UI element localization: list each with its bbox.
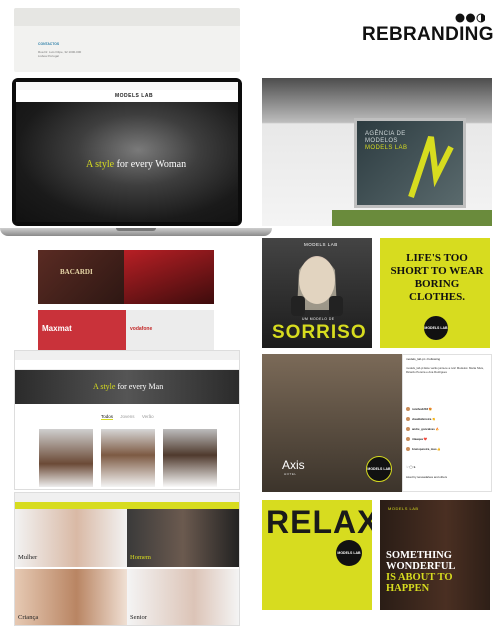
post-caption: models_lab.pt Este verão junta-te a nós!… — [406, 366, 484, 374]
instagram-post: models_lab.pt • Following models_lab.pt … — [402, 354, 492, 492]
contact-address: Rua Dr. Luís Filipe, 32 1000-000 Lisboa … — [38, 50, 82, 58]
hero-title: A style for every Man — [93, 382, 164, 391]
poster-word: SORRISO — [272, 322, 367, 343]
browser-url-bar[interactable] — [16, 82, 238, 90]
ad-bacardi: BACARDI — [38, 250, 132, 304]
poster-relax: RELAX MODELS LAB — [262, 500, 372, 610]
category-label: Senior — [130, 614, 147, 621]
accent-strip — [15, 502, 239, 509]
map-strip — [14, 8, 240, 26]
poster-logo: MODELS LAB — [388, 506, 419, 511]
post-likes: Liked by teresadalves and others — [406, 475, 448, 479]
laptop-notch — [116, 228, 156, 231]
smiling-woman-photo — [291, 256, 343, 316]
models-lab-seal-icon: MODELS LAB — [336, 540, 362, 566]
brand-dots-icon — [455, 13, 485, 23]
site-logo[interactable]: MODELS LAB — [115, 93, 153, 99]
ad-bacardi-label: BACARDI — [60, 268, 93, 276]
storefront-window: AGÊNCIA DE MODELOS MODELS LAB — [354, 118, 466, 208]
site-nav — [15, 360, 239, 370]
axis-brand: Axis — [282, 458, 305, 472]
lightning-logo-icon — [408, 136, 454, 198]
poster-subtitle: UM MODELO DE — [302, 317, 335, 321]
comment-row: brunopereira_mao 👍 — [406, 447, 441, 452]
building-photo: AGÊNCIA DE MODELOS MODELS LAB — [262, 78, 492, 226]
category-label: Homem — [130, 554, 151, 561]
model-photo[interactable] — [101, 429, 155, 487]
poster-text: LIFE'S TOO SHORT TO WEAR BORING CLOTHES. — [390, 252, 484, 303]
laptop-screen: MODELS LAB A style for every Woman — [16, 82, 238, 222]
ad-vodafone-label: vodafone — [130, 326, 153, 332]
categories-page-browser: Mulher Homem Criança Senior — [14, 492, 240, 626]
models-lab-seal-icon: MODELS LAB — [366, 456, 392, 482]
model-photo[interactable] — [163, 429, 217, 487]
category-crianca[interactable]: Criança — [15, 569, 127, 625]
model-photo[interactable] — [39, 429, 93, 487]
comment-row: claudiaferreira 👏 — [406, 417, 436, 422]
man-page-browser: A style for every Man Todos Jovens Verão — [14, 350, 240, 490]
category-homem[interactable]: Homem — [127, 509, 239, 567]
tab-verao[interactable]: Verão — [142, 414, 154, 419]
ad-maxmat-label: Maxmat — [42, 324, 72, 333]
page-title: REBRANDING — [362, 24, 494, 45]
category-label: Criança — [18, 614, 39, 621]
axis-sub: HOTEL — [284, 472, 297, 476]
comment-row: andre_goncalves 🔥 — [406, 427, 439, 432]
ad-fashion — [124, 250, 214, 304]
ad-maxmat: Maxmat — [38, 310, 126, 350]
ad-vodafone: vodafone — [126, 310, 214, 350]
contact-page-preview: CONTACTOS Rua Dr. Luís Filipe, 32 1000-0… — [14, 8, 240, 72]
hedge — [332, 210, 492, 226]
poster-sorriso: MODELS LAB UM MODELO DE SORRISO — [262, 238, 372, 348]
laptop-mockup: MODELS LAB A style for every Woman — [12, 78, 242, 226]
contact-title: CONTACTOS — [38, 42, 60, 46]
hero-man: A style for every Man — [15, 370, 239, 404]
poster-text: SOMETHING WONDERFUL IS ABOUT TO HAPPEN — [386, 550, 456, 594]
comment-row: ruisilva1203 😍 — [406, 407, 432, 412]
models-lab-seal-icon: MODELS LAB — [424, 316, 448, 340]
category-senior[interactable]: Senior — [127, 569, 239, 625]
category-label: Mulher — [18, 554, 38, 561]
poster-wonderful: MODELS LAB SOMETHING WONDERFUL IS ABOUT TO… — [380, 500, 490, 610]
category-mulher[interactable]: Mulher — [15, 509, 127, 567]
poster-logo: MODELS LAB — [304, 242, 338, 247]
poster-boring-clothes: LIFE'S TOO SHORT TO WEAR BORING CLOTHES.… — [380, 238, 490, 348]
tab-jovens[interactable]: Jovens — [120, 414, 134, 419]
comment-row: ritaaqua ❤️ — [406, 437, 427, 442]
browser-bar[interactable] — [15, 493, 239, 502]
post-handle[interactable]: models_lab.pt • Following — [406, 357, 440, 361]
post-actions[interactable]: ♡ ◯ ➤ — [406, 465, 416, 469]
filter-tabs: Todos Jovens Verão — [101, 414, 160, 419]
tab-todos[interactable]: Todos — [101, 414, 113, 419]
hero-woman: A style for every Woman — [16, 102, 238, 222]
browser-bar[interactable] — [15, 351, 239, 360]
poster-axis: Axis HOTEL MODELS LAB — [262, 354, 402, 492]
poster-word: RELAX — [266, 504, 372, 540]
hero-title: A style for every Woman — [86, 159, 187, 170]
